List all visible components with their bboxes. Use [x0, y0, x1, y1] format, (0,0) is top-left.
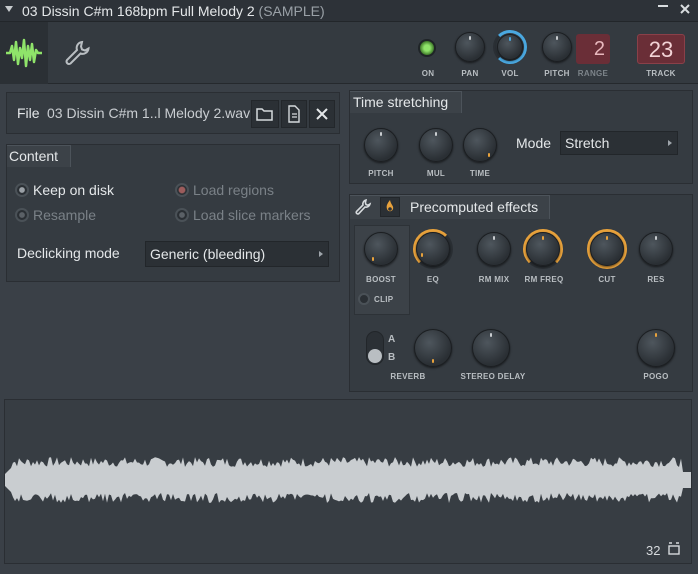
track-label: TRACK — [646, 69, 676, 78]
time-stretching-title: Time stretching — [353, 94, 449, 110]
ts-mul-label: MUL — [426, 169, 446, 178]
file-name: 03 Dissin C#m 1..l Melody 2.wav — [47, 105, 251, 121]
ts-time-label: TIME — [469, 169, 491, 178]
mode-value: Stretch — [565, 135, 610, 151]
declicking-mode-value: Generic (bleeding) — [150, 246, 266, 262]
content-title: Content — [9, 148, 59, 164]
ts-pitch-label: PITCH — [368, 169, 394, 178]
content-panel: Content Keep on disk Load regions Resamp… — [6, 144, 340, 282]
stereo-delay-knob[interactable] — [472, 329, 510, 367]
rm-mix-knob[interactable] — [477, 232, 511, 266]
ab-switch-thumb — [368, 349, 382, 363]
window-title-text: 03 Dissin C#m 168bpm Full Melody 2 — [22, 3, 255, 19]
rm-freq-label: RM FREQ — [524, 275, 564, 284]
res-label: RES — [647, 275, 665, 284]
dropdown-arrow-icon — [319, 251, 323, 257]
pitch-label: PITCH — [544, 69, 570, 78]
waveform-tab-icon[interactable] — [0, 22, 48, 84]
load-regions-label[interactable]: Load regions — [193, 182, 274, 198]
precomputed-effects-panel: Precomputed effects BOOST CLIP EQ RM MIX… — [349, 194, 693, 392]
range-display[interactable]: 2 — [576, 34, 610, 64]
track-display[interactable]: 23 — [637, 34, 685, 64]
time-stretching-panel: Time stretching PITCH MUL TIME Mode Stre… — [349, 90, 693, 184]
res-knob[interactable] — [639, 232, 673, 266]
ab-switch[interactable] — [366, 331, 384, 365]
title-menu-arrow-icon[interactable] — [5, 6, 13, 12]
vol-label: VOL — [501, 69, 519, 78]
reverb-knob[interactable] — [414, 329, 452, 367]
load-slice-markers-label[interactable]: Load slice markers — [193, 207, 311, 223]
keep-on-disk-radio[interactable] — [15, 183, 29, 197]
declicking-mode-label: Declicking mode — [17, 245, 120, 261]
render-flame-icon[interactable] — [380, 197, 400, 217]
resample-radio[interactable] — [15, 208, 29, 222]
waveform-shape — [5, 457, 691, 503]
pogo-knob[interactable] — [637, 329, 675, 367]
switch-b-label: B — [388, 352, 396, 363]
cut-knob[interactable] — [590, 232, 624, 266]
declicking-mode-dropdown[interactable]: Generic (bleeding) — [145, 241, 329, 267]
clip-label: CLIP — [374, 295, 394, 304]
pe-wrench-icon[interactable] — [354, 198, 372, 216]
ts-time-knob[interactable] — [463, 128, 497, 162]
resample-label[interactable]: Resample — [33, 207, 96, 223]
wrench-tab-icon[interactable] — [62, 38, 92, 68]
window-title-suffix: (SAMPLE) — [258, 3, 325, 19]
reverb-label: REVERB — [390, 372, 426, 381]
switch-a-label: A — [388, 334, 396, 345]
ts-pitch-knob[interactable] — [364, 128, 398, 162]
rm-freq-knob[interactable] — [526, 232, 560, 266]
on-label: ON — [421, 69, 435, 78]
file-label: File — [17, 105, 40, 121]
pin-icon[interactable] — [654, 2, 672, 20]
close-icon[interactable] — [676, 2, 694, 20]
window-title: 03 Dissin C#m 168bpm Full Melody 2 (SAMP… — [22, 3, 325, 19]
precomputed-effects-title: Precomputed effects — [410, 199, 539, 215]
pitch-knob[interactable] — [542, 32, 572, 62]
waveform-resize-icon[interactable] — [667, 542, 681, 556]
file-panel: File 03 Dissin C#m 1..l Melody 2.wav — [6, 92, 340, 134]
load-slice-markers-radio[interactable] — [175, 208, 189, 222]
on-toggle-led[interactable] — [418, 39, 436, 57]
waveform-display[interactable] — [4, 399, 692, 564]
mode-label: Mode — [516, 135, 552, 151]
stereo-delay-label: STEREO DELAY — [460, 372, 526, 381]
pan-label: PAN — [461, 69, 479, 78]
rm-mix-label: RM MIX — [478, 275, 510, 284]
ts-mul-knob[interactable] — [419, 128, 453, 162]
boost-label: BOOST — [366, 275, 396, 284]
keep-on-disk-label[interactable]: Keep on disk — [33, 182, 114, 198]
cut-label: CUT — [598, 275, 616, 284]
export-file-icon[interactable] — [281, 100, 307, 128]
pan-knob[interactable] — [455, 32, 485, 62]
eq-knob[interactable] — [416, 232, 450, 266]
title-bar: 03 Dissin C#m 168bpm Full Melody 2 (SAMP… — [0, 0, 698, 22]
load-regions-radio[interactable] — [175, 183, 189, 197]
vol-knob[interactable] — [497, 34, 523, 60]
waveform-zoom-value: 32 — [646, 543, 661, 558]
dropdown-arrow-icon — [668, 140, 672, 146]
range-label: RANGE — [577, 69, 609, 78]
browse-folder-icon[interactable] — [251, 100, 279, 128]
boost-knob[interactable] — [364, 232, 398, 266]
mode-dropdown[interactable]: Stretch — [560, 131, 678, 155]
pogo-label: POGO — [643, 372, 669, 381]
eq-label: EQ — [426, 275, 440, 284]
waveform-path — [5, 457, 691, 503]
clip-toggle[interactable] — [358, 293, 370, 305]
clear-file-icon[interactable] — [309, 100, 335, 128]
